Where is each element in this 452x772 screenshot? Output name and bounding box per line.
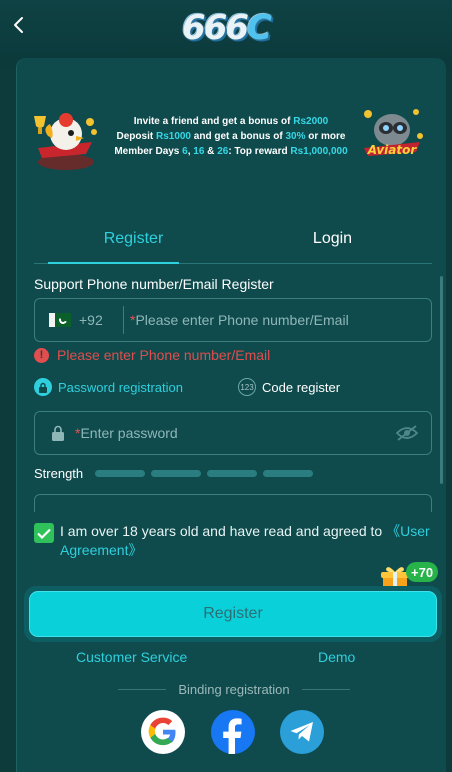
error-text: Please enter Phone number/Email (57, 347, 271, 363)
register-button-frame: Register (24, 586, 442, 642)
password-strength: Strength (34, 466, 314, 481)
logo-letter: C (247, 8, 272, 48)
chevron-left-icon (14, 17, 23, 33)
check-icon (37, 528, 51, 539)
divider-line (301, 689, 351, 690)
strength-bar (151, 470, 202, 477)
aviator-pilot-icon: Aviator (364, 109, 423, 157)
banner-line3-sep2: & (204, 146, 218, 157)
telegram-icon (290, 722, 313, 742)
code-register-label: Code register (262, 379, 341, 395)
facebook-login-button[interactable] (211, 710, 255, 754)
banner-line3-prefix: Member Days (114, 146, 183, 157)
binding-label: Binding registration (178, 682, 290, 697)
strength-bar (263, 470, 314, 477)
banner-line2-prefix: Deposit (116, 131, 156, 142)
code-123-icon: 123 (238, 378, 256, 396)
pakistan-flag-icon (49, 313, 71, 327)
banner-line3-middle: : Top reward (228, 146, 291, 157)
divider-line (118, 689, 167, 690)
banner-line1-amount: Rs2000 (293, 116, 329, 127)
banner-line3-day3: 26 (217, 146, 229, 157)
phone-email-field[interactable]: +92 * Please enter Phone number/Email (34, 298, 432, 342)
confirm-password-field[interactable] (34, 494, 432, 512)
agreement-statement: I am over 18 years old and have read and… (60, 523, 387, 539)
facebook-icon (223, 718, 242, 754)
eye-off-icon[interactable] (395, 425, 419, 441)
google-login-button[interactable] (141, 710, 185, 754)
strength-bar (95, 470, 146, 477)
aviator-label: Aviator (367, 143, 418, 157)
phone-email-input[interactable]: * Please enter Phone number/Email (130, 312, 349, 328)
register-mode-row: Password registration 123 Code register (34, 378, 432, 398)
form-scrollbar[interactable] (440, 276, 443, 484)
support-label: Support Phone number/Email Register (34, 276, 274, 292)
google-icon (148, 717, 176, 746)
country-code[interactable]: +92 (79, 312, 115, 328)
back-button[interactable] (6, 10, 30, 40)
agreement-text: I am over 18 years old and have read and… (60, 522, 434, 560)
phone-email-placeholder: Please enter Phone number/Email (135, 312, 349, 328)
password-input[interactable]: * Enter password (75, 425, 395, 441)
auth-tabs: Register Login (34, 222, 432, 264)
binding-registration-divider: Binding registration (118, 682, 351, 697)
banner-line2-amount: Rs1000 (155, 131, 191, 142)
register-button[interactable]: Register (29, 591, 437, 637)
tab-login[interactable]: Login (233, 222, 432, 263)
logo-number: 666 (182, 8, 249, 48)
error-icon: ! (34, 347, 49, 363)
banner-line3-day2: 16 (193, 146, 205, 157)
banner-line2-percent: 30% (285, 131, 306, 142)
lock-icon (52, 425, 64, 441)
strength-label: Strength (34, 466, 84, 481)
banner-line2-middle: and get a bonus of (191, 131, 286, 142)
customer-service-link[interactable]: Customer Service (76, 649, 187, 665)
password-registration-label: Password registration (58, 379, 183, 395)
code-register-option[interactable]: 123 Code register (238, 378, 340, 396)
strength-bar (207, 470, 258, 477)
phone-error-message: ! Please enter Phone number/Email (34, 347, 270, 363)
reward-badge: +70 (406, 562, 439, 582)
user-agreement-row: I am over 18 years old and have read and… (34, 522, 434, 560)
app-logo: 666C (160, 6, 292, 50)
mascot-trophy-icon (34, 113, 97, 170)
banner-text: Invite a friend and get a bonus of Rs200… (98, 114, 364, 159)
banner-line1-text: Invite a friend and get a bonus of (133, 116, 294, 127)
banner-line2-suffix: or more (305, 131, 346, 142)
tab-register[interactable]: Register (34, 222, 233, 264)
demo-link[interactable]: Demo (318, 649, 355, 665)
field-divider (123, 306, 124, 334)
telegram-login-button[interactable] (280, 710, 324, 754)
promo-banner[interactable]: Invite a friend and get a bonus of Rs200… (18, 98, 436, 182)
banner-line3-amount: Rs1,000,000 (290, 146, 348, 157)
password-registration-option[interactable]: Password registration (34, 378, 183, 396)
agreement-checkbox[interactable] (34, 523, 54, 543)
password-placeholder: Enter password (80, 425, 178, 441)
lock-icon (34, 378, 52, 396)
password-field[interactable]: * Enter password (34, 411, 432, 455)
